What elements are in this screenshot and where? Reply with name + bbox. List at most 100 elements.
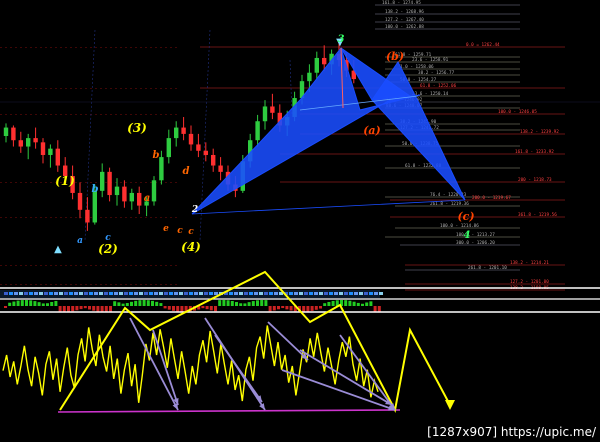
fib-level-label: 161.8 - 1274.95	[382, 0, 421, 6]
histogram-bar	[79, 292, 83, 295]
candle-body	[55, 148, 60, 166]
momentum-bar	[277, 306, 280, 310]
momentum-bar	[71, 306, 75, 312]
watermark: [1287x907] https://upic.me/	[425, 424, 598, 440]
momentum-bar	[373, 306, 377, 312]
momentum-bar	[58, 306, 62, 312]
candle-body	[188, 133, 194, 145]
wave-label: b	[153, 150, 160, 161]
histogram-bar	[84, 292, 88, 295]
chart-canvas: 161.8 - 1274.95 138.2 - 1268.96 127.2 - 12…	[0, 0, 600, 442]
candle-body	[151, 180, 157, 202]
momentum-bar	[142, 300, 146, 306]
candle-body	[129, 192, 134, 202]
histogram-bar	[159, 292, 163, 295]
histogram-bar	[19, 292, 23, 295]
fib-level-label: 23.6 - 1258.91	[412, 57, 449, 63]
histogram-bar	[44, 292, 48, 295]
candle-body	[255, 121, 260, 141]
momentum-bar	[83, 306, 87, 309]
candle-body	[174, 127, 179, 139]
histogram-bar	[204, 292, 208, 295]
wave-label: a	[77, 236, 83, 246]
histogram-bar	[14, 292, 18, 295]
histogram-bar	[99, 292, 103, 295]
momentum-bar	[109, 306, 112, 312]
histogram-bar	[49, 292, 53, 295]
candle-body	[322, 57, 327, 65]
histogram-bar	[54, 292, 58, 295]
momentum-bar	[41, 303, 45, 306]
candle-body	[100, 171, 105, 191]
fib-level-label: 161.8 - 1233.92	[515, 149, 554, 155]
fib-level-label: 100.0 - 1213.27	[456, 232, 495, 238]
histogram-bar	[359, 292, 363, 295]
momentum-bar	[377, 306, 381, 312]
momentum-bar	[155, 301, 159, 306]
momentum-bar	[306, 306, 310, 312]
momentum-bar	[92, 306, 96, 311]
candle-body	[314, 57, 319, 73]
wave-label: e	[163, 224, 169, 234]
histogram-bar	[229, 292, 233, 295]
histogram-bar	[149, 292, 153, 295]
momentum-bar	[37, 302, 41, 306]
momentum-bar	[302, 306, 306, 312]
histogram-bar	[34, 292, 38, 295]
histogram-bar	[169, 292, 173, 295]
candle-body	[196, 144, 201, 151]
histogram-bar	[134, 292, 138, 295]
momentum-bar	[121, 303, 125, 306]
candle-body	[40, 142, 46, 155]
momentum-bar	[247, 302, 251, 306]
histogram-bar	[69, 292, 73, 295]
histogram-bar	[214, 292, 218, 295]
momentum-bar	[113, 301, 117, 306]
fib-level-label: 61.8 - 1252.06	[420, 83, 457, 89]
wave-label: (4)	[181, 240, 201, 254]
fib-level-label: 138.2 - 1214.21	[510, 260, 549, 266]
histogram-bar	[249, 292, 253, 295]
low-marker-up-icon: ▲	[54, 244, 62, 255]
momentum-bar	[314, 306, 318, 310]
momentum-bar	[281, 306, 285, 309]
candle-body	[137, 192, 142, 206]
candle-body	[262, 106, 268, 122]
wave-label: (c)	[457, 210, 474, 223]
momentum-bar	[356, 302, 360, 306]
momentum-bar	[176, 306, 180, 312]
fib-level-label: 100.0 - 1214.86	[440, 223, 479, 229]
wave-label: b	[92, 184, 99, 195]
histogram-bar	[179, 292, 183, 295]
momentum-bar	[260, 300, 264, 306]
momentum-bar	[163, 306, 167, 309]
momentum-bar	[125, 303, 129, 306]
histogram-bar	[189, 292, 193, 295]
histogram-bar	[324, 292, 328, 295]
histogram-bar	[194, 292, 198, 295]
momentum-bar	[327, 301, 331, 306]
momentum-bar	[96, 306, 100, 312]
momentum-bar	[20, 300, 24, 306]
momentum-bar	[344, 300, 348, 306]
momentum-bar	[75, 306, 79, 311]
momentum-bar	[46, 303, 49, 306]
histogram-bar	[369, 292, 373, 295]
momentum-bar	[29, 300, 33, 306]
candle-body	[270, 106, 275, 113]
histogram-bar	[109, 292, 113, 295]
histogram-bar	[344, 292, 348, 295]
momentum-bar	[209, 306, 213, 311]
momentum-bar	[159, 303, 163, 306]
histogram-bar	[89, 292, 93, 295]
momentum-bar	[205, 306, 209, 310]
momentum-bar	[243, 303, 247, 306]
histogram-bar	[29, 292, 33, 295]
histogram-bar	[299, 292, 303, 295]
candle-body	[114, 186, 120, 196]
histogram-bar	[9, 292, 13, 295]
momentum-bar	[289, 306, 293, 311]
histogram-bar	[4, 292, 8, 295]
histogram-bar	[199, 292, 203, 295]
candle-body	[3, 127, 9, 136]
